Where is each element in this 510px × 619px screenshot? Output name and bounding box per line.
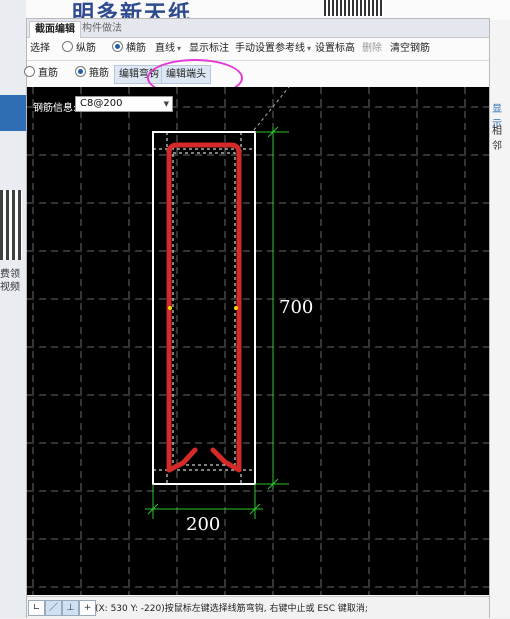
- toolbar-row-2: 直筋 箍筋 编辑弯钩 编辑端头: [24, 61, 489, 88]
- background-left-text-2: 视频: [0, 282, 20, 293]
- snap-point-right[interactable]: [234, 306, 238, 310]
- drawing-canvas[interactable]: 钢筋信息: C8@200 ▼ 700 200: [27, 87, 489, 595]
- show-dimension-button[interactable]: 显示标注: [189, 38, 229, 60]
- chevron-down-icon: ▾: [307, 44, 312, 53]
- status-message: (X: 530 Y: -220)按鼠标左键选择线筋弯钩, 右键中止或 ESC 键…: [95, 604, 368, 614]
- tab-component-method[interactable]: 构件做法: [77, 21, 127, 37]
- stirrup-rebar[interactable]: [166, 142, 242, 473]
- longitudinal-radio[interactable]: 纵筋: [62, 38, 96, 60]
- chevron-down-icon: ▾: [177, 44, 182, 53]
- radio-selected-icon: [112, 41, 123, 52]
- manual-reference-line-dropdown[interactable]: 手动设置参考线 ▾: [235, 38, 311, 60]
- line-dropdown[interactable]: 直线 ▾: [155, 38, 181, 60]
- straight-rebar-radio[interactable]: 直筋: [24, 63, 58, 85]
- rebar-info-label: 钢筋信息:: [33, 103, 77, 114]
- perpendicular-icon[interactable]: ⊥: [62, 600, 79, 616]
- grid-lines: [27, 87, 489, 595]
- ortho-mode-icon[interactable]: ∟: [28, 600, 45, 616]
- background-blue-banner: [0, 95, 26, 131]
- straight-label: 直筋: [38, 68, 58, 79]
- stirrup-radio[interactable]: 箍筋: [75, 63, 109, 85]
- toolbar-row-1: 选择 纵筋 横筋 直线 ▾ 显示标注 手动设置参考线 ▾ 设置标高 删除 清空钢筋: [27, 38, 489, 61]
- radio-icon: [24, 66, 35, 77]
- rebar-info-value: C8@200: [80, 98, 123, 109]
- drawing-svg: [27, 87, 489, 595]
- leader-line: [253, 87, 290, 131]
- background-qr-code: [0, 190, 22, 260]
- width-dimension-label: 200: [186, 514, 221, 535]
- background-top-qr: [324, 0, 384, 16]
- background-top-strip: 明多新天纸: [26, 0, 510, 27]
- snap-point-icon[interactable]: +: [79, 600, 96, 616]
- tab-section-edit[interactable]: 截面编辑: [29, 21, 81, 38]
- select-button[interactable]: 选择: [30, 38, 50, 60]
- longitudinal-label: 纵筋: [76, 43, 96, 54]
- snap-point-left[interactable]: [168, 306, 172, 310]
- clear-rebar-button[interactable]: 清空钢筋: [390, 38, 430, 60]
- stirrup-label: 箍筋: [89, 68, 109, 79]
- transverse-label: 横筋: [126, 43, 146, 54]
- right-panel-label-2: 相邻: [492, 126, 502, 152]
- status-bar: ∟ ／ ⊥ + (X: 530 Y: -220)按鼠标左键选择线筋弯钩, 右键中…: [27, 596, 489, 619]
- background-left-panel: [0, 0, 26, 618]
- delete-button[interactable]: 删除: [362, 38, 382, 60]
- background-right-panel: 显示 相邻: [490, 20, 510, 618]
- manual-ref-label: 手动设置参考线: [235, 43, 305, 54]
- tab-bar: 截面编辑 构件做法: [27, 19, 489, 38]
- radio-selected-icon: [75, 66, 86, 77]
- angle-mode-icon[interactable]: ／: [45, 600, 62, 616]
- line-label: 直线: [155, 43, 175, 54]
- height-dimension-label: 700: [279, 297, 314, 318]
- set-elevation-button[interactable]: 设置标高: [315, 38, 355, 60]
- transverse-radio[interactable]: 横筋: [112, 38, 146, 60]
- section-editor-window: 截面编辑 构件做法 选择 纵筋 横筋 直线 ▾ 显示标注 手动设置参考线 ▾ 设置标…: [24, 18, 490, 619]
- rebar-info-select[interactable]: C8@200 ▼: [75, 96, 173, 112]
- chevron-down-icon: ▼: [163, 100, 169, 108]
- radio-icon: [62, 41, 73, 52]
